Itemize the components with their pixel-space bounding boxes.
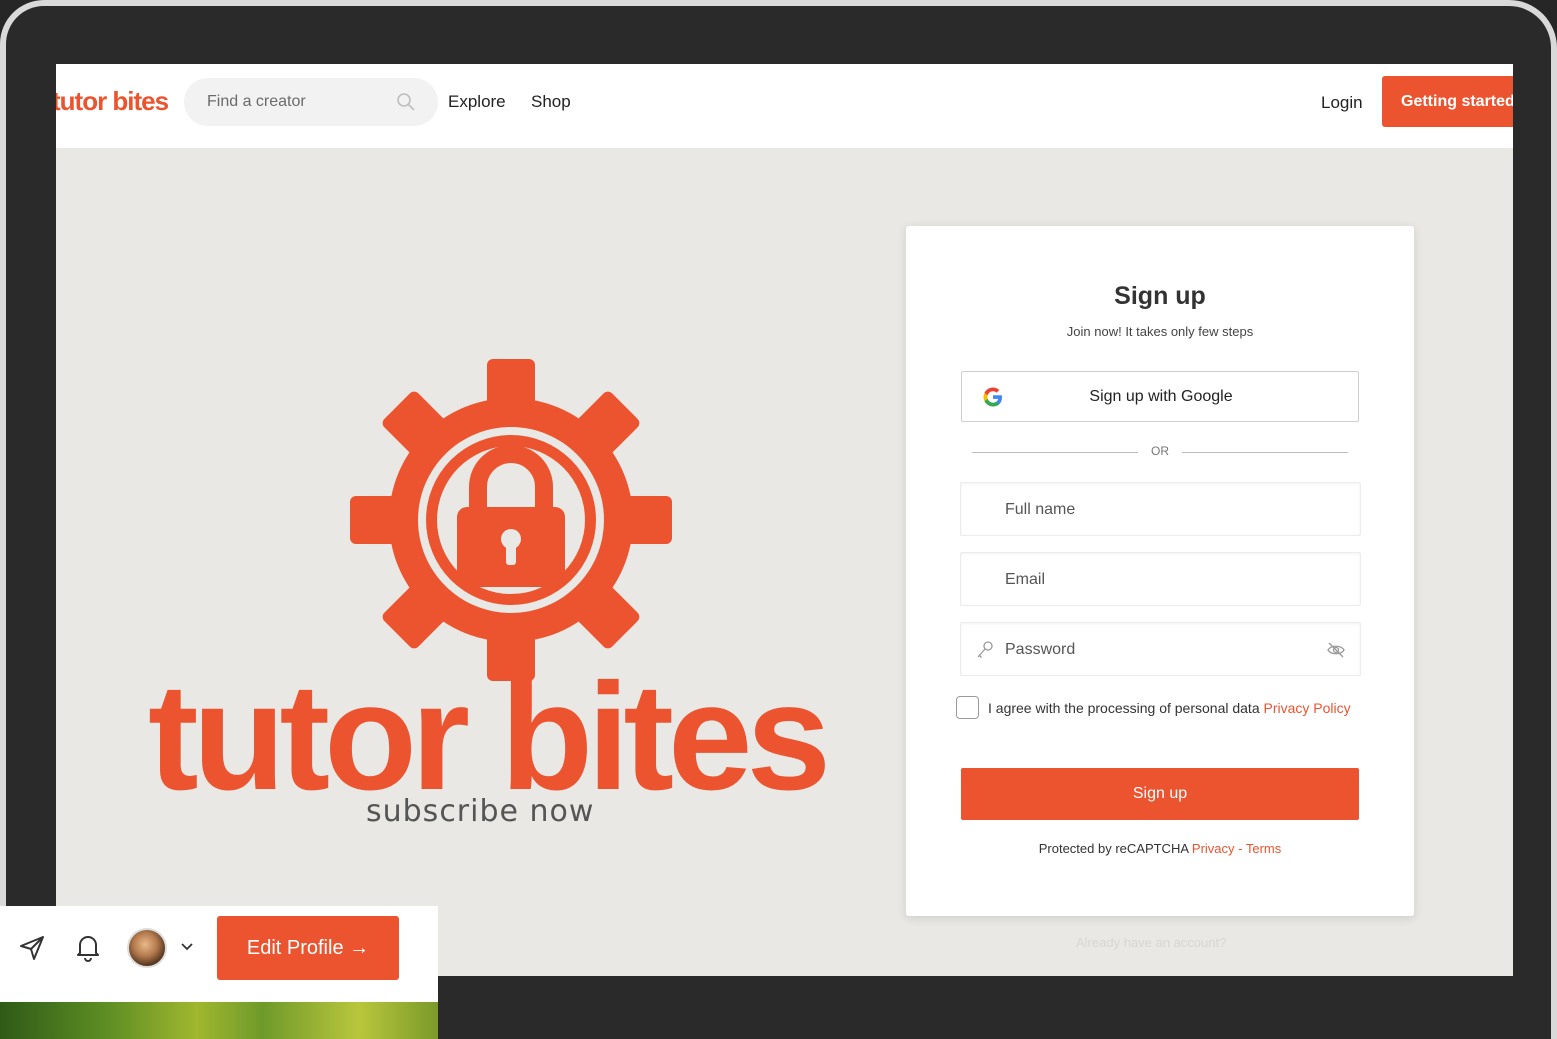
privacy-policy-link[interactable]: Privacy Policy [1264, 700, 1351, 716]
device-frame: tutor bites Explore Shop Login Getting s… [0, 0, 1557, 1039]
signup-subtitle: Join now! It takes only few steps [1066, 324, 1254, 339]
hero-wordmark: tutor bites [148, 652, 831, 822]
agree-checkbox[interactable] [956, 696, 979, 719]
brand-logo[interactable]: tutor bites [56, 86, 169, 117]
full-name-field[interactable] [960, 482, 1361, 536]
full-name-input[interactable] [1005, 493, 1325, 527]
edit-profile-button[interactable]: Edit Profile → [217, 916, 399, 980]
search-box[interactable] [184, 78, 438, 126]
already-have-account-link[interactable]: Already have an account? [1076, 935, 1226, 950]
nav-shop[interactable]: Shop [531, 92, 571, 112]
profile-bar: Edit Profile → [0, 906, 438, 1002]
password-field[interactable] [960, 622, 1361, 676]
bell-icon[interactable] [74, 932, 102, 962]
search-input[interactable] [207, 82, 407, 122]
or-text: OR [1151, 444, 1169, 458]
cover-photo-strip [0, 1002, 438, 1039]
nav-explore[interactable]: Explore [448, 92, 506, 112]
password-input[interactable] [1005, 633, 1325, 667]
recaptcha-prefix: Protected by reCAPTCHA [1038, 841, 1192, 856]
browser-screen: tutor bites Explore Shop Login Getting s… [56, 64, 1513, 976]
avatar[interactable] [127, 928, 167, 968]
recaptcha-privacy-link[interactable]: Privacy [1192, 841, 1235, 856]
profile-bar-overlay: Edit Profile → [0, 906, 438, 1039]
recaptcha-notice: Protected by reCAPTCHA Privacy - Terms [906, 841, 1414, 856]
signup-title: Sign up [1114, 282, 1206, 310]
or-divider: OR [972, 444, 1348, 460]
recaptcha-terms-link[interactable]: Terms [1246, 841, 1281, 856]
google-signup-button[interactable]: Sign up with Google [961, 371, 1359, 422]
google-signup-label: Sign up with Google [1089, 388, 1233, 405]
hero-tagline: subscribe now [366, 794, 595, 829]
top-nav: tutor bites Explore Shop Login Getting s… [56, 64, 1513, 148]
agree-text: I agree with the processing of personal … [988, 696, 1368, 720]
email-input[interactable] [1005, 563, 1325, 597]
email-field[interactable] [960, 552, 1361, 606]
signup-card: Sign up Join now! It takes only few step… [906, 226, 1414, 916]
key-icon [977, 641, 993, 658]
chevron-down-icon[interactable] [180, 942, 194, 952]
search-icon[interactable] [396, 92, 416, 112]
eye-off-icon[interactable] [1326, 640, 1346, 660]
signup-button[interactable]: Sign up [961, 768, 1359, 820]
agree-label: I agree with the processing of personal … [988, 700, 1264, 716]
login-link[interactable]: Login [1321, 93, 1363, 113]
send-icon[interactable] [18, 934, 46, 962]
recaptcha-separator: - [1234, 841, 1246, 856]
getting-started-button[interactable]: Getting started [1382, 76, 1513, 127]
gear-lock-logo [350, 359, 672, 681]
